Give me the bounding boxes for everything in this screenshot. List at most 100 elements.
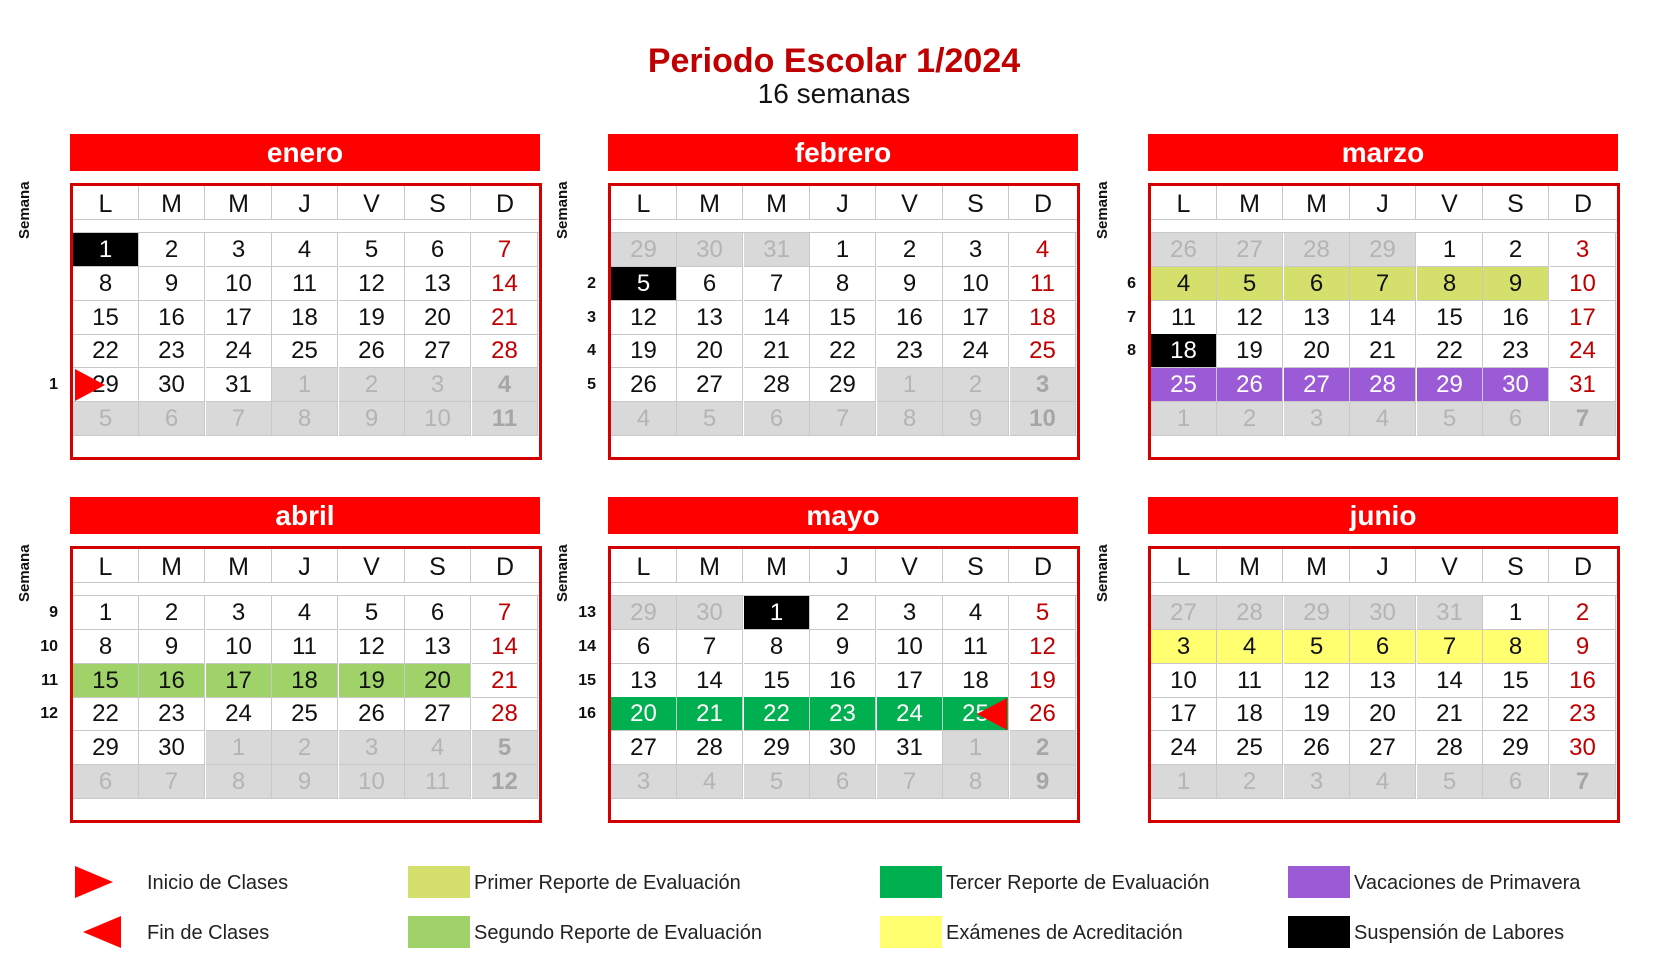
weekday-header: M [206, 186, 272, 219]
weekday-header-row: LMMJVSD [1151, 549, 1617, 582]
day-cell: 26 [611, 368, 677, 403]
day-cell: 27 [1350, 731, 1416, 766]
day-cell: 24 [877, 697, 943, 732]
day-cell: 22 [810, 334, 876, 369]
day-cell: 11 [943, 629, 1009, 664]
month-header: marzo [1148, 134, 1618, 171]
weekday-header: J [272, 549, 338, 582]
day-cell: 14 [1350, 300, 1416, 335]
day-cell: 1 [73, 596, 139, 630]
day-cell: 10 [877, 629, 943, 664]
day-cell: 30 [1483, 368, 1549, 403]
day-cell: 2 [139, 233, 205, 267]
day-cell: 9 [877, 266, 943, 301]
weekday-header-row: LMMJVSD [73, 186, 539, 219]
day-cell: 17 [206, 663, 272, 698]
day-cell: 14 [744, 300, 810, 335]
day-cell: 9 [339, 402, 405, 436]
legend-label: Inicio de Clases [147, 872, 289, 894]
weekday-header-row: LMMJVSD [611, 549, 1077, 582]
day-cell: 27 [405, 334, 471, 369]
day-cell: 8 [73, 629, 139, 664]
day-cell: 11 [1010, 266, 1076, 301]
weekday-header: M [677, 549, 743, 582]
end-arrow-icon [83, 916, 121, 948]
day-cell: 8 [1417, 266, 1483, 301]
day-cell: 20 [1284, 334, 1350, 369]
day-cell: 18 [943, 663, 1009, 698]
weekday-header: V [1417, 549, 1483, 582]
day-cell: 10 [943, 266, 1009, 301]
weekday-header: D [1573, 190, 1593, 218]
weekday-header: M [1217, 186, 1283, 219]
semana-label: Semana [1094, 544, 1111, 602]
day-cell: 23 [1483, 334, 1549, 369]
day-cell: 7 [1550, 402, 1616, 436]
legend-label: Fin de Clases [147, 922, 270, 944]
day-cell: 28 [677, 731, 743, 766]
day-cell: 12 [611, 300, 677, 335]
day-cell: 5 [677, 402, 743, 436]
weekday-header-row: LMMJVSD [73, 549, 539, 582]
legend-swatch [1288, 916, 1350, 948]
weekday-header: M [744, 549, 810, 582]
day-cell: 9 [943, 402, 1009, 436]
day-cell: 17 [1151, 697, 1217, 732]
day-cell: 6 [744, 402, 810, 436]
day-cell: 19 [339, 663, 405, 698]
day-cell: 30 [139, 368, 205, 403]
weekday-header: M [744, 186, 810, 219]
day-cell: 28 [744, 368, 810, 403]
day-cell: 18 [1151, 334, 1217, 369]
day-cell: 28 [1284, 233, 1350, 267]
day-cell: 11 [1217, 663, 1283, 698]
weekday-header: L [1151, 186, 1217, 219]
day-cell: 3 [1284, 765, 1350, 799]
day-cell: 18 [272, 663, 338, 698]
day-cell: 1 [943, 731, 1009, 766]
day-cell: 12 [472, 765, 538, 799]
weekday-header: M [1284, 186, 1350, 219]
day-cell: 15 [1417, 300, 1483, 335]
header-separator [73, 219, 539, 233]
weekday-header: D [1033, 553, 1053, 581]
week-number: 10 [40, 637, 58, 655]
day-cell: 2 [1010, 731, 1076, 766]
legend-label: Primer Reporte de Evaluación [474, 872, 741, 894]
week-number: 8 [1127, 342, 1136, 360]
weekday-header: M [1284, 549, 1350, 582]
week-number: 1 [49, 376, 58, 394]
day-cell: 5 [1217, 266, 1283, 301]
month-header: abril [70, 497, 540, 534]
day-cell: 8 [73, 266, 139, 301]
day-cell: 19 [1010, 663, 1076, 698]
day-cell: 31 [1550, 368, 1616, 403]
weekday-header: V [339, 186, 405, 219]
day-cell: 23 [877, 334, 943, 369]
legend-label: Segundo Reporte de Evaluación [474, 922, 762, 944]
day-cell: 2 [139, 596, 205, 630]
weekday-header: D [495, 190, 515, 218]
month-grid: L M M J V S D 1 2 3 4 5 6 7 8 9 10 11 12 13 14 15 16 17 18 19 20 21… [70, 546, 542, 823]
weekday-header: J [1350, 549, 1416, 582]
weekday-header: L [611, 186, 677, 219]
start-of-classes-flag-icon [75, 369, 105, 402]
month-grid: L M M J V S D 27 28 29 30 31 1 2 3 4 5 6 7 8 9 10 11 12 13 14 15 16… [1148, 546, 1620, 823]
day-cell: 7 [877, 765, 943, 799]
day-cell: 19 [1284, 697, 1350, 732]
weekday-header: V [877, 549, 943, 582]
day-cell: 7 [206, 402, 272, 436]
day-cell: 7 [677, 629, 743, 664]
day-cell: 23 [810, 697, 876, 732]
weekday-header: J [810, 186, 876, 219]
day-cell: 14 [472, 266, 538, 301]
day-cell: 9 [1550, 629, 1616, 664]
day-cell: 2 [1217, 765, 1283, 799]
legend-swatch [880, 916, 942, 948]
day-cell: 16 [1550, 663, 1616, 698]
week-number: 3 [587, 308, 596, 326]
day-cell: 10 [339, 765, 405, 799]
day-cell: 24 [206, 334, 272, 369]
week-number: 9 [49, 604, 58, 621]
weekday-header: M [1217, 549, 1283, 582]
